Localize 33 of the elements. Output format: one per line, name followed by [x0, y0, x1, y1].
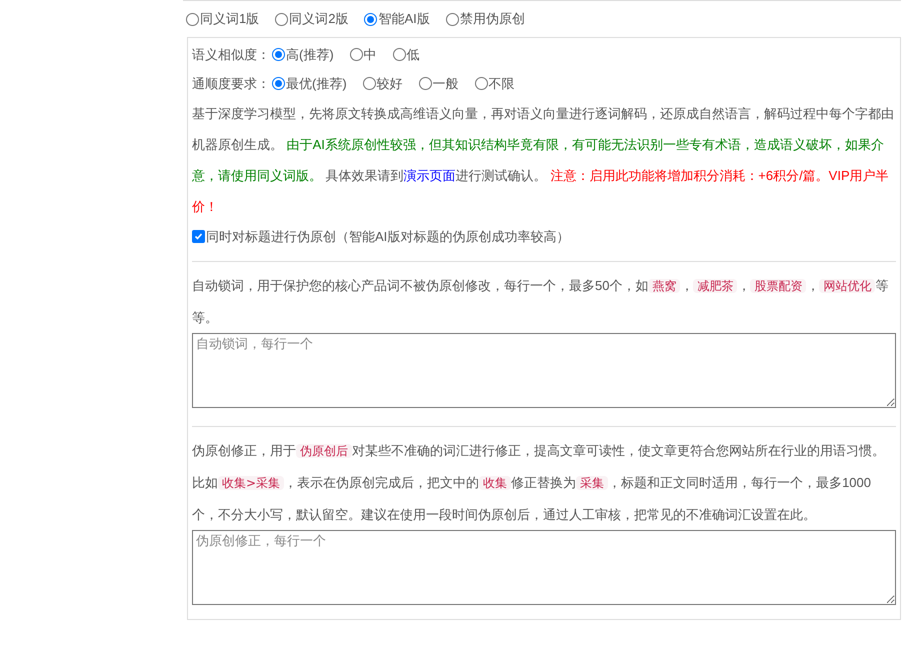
- radio-button[interactable]: [362, 77, 376, 90]
- radio-button[interactable]: [446, 12, 459, 26]
- choice-label: 中: [364, 46, 377, 64]
- choice-label: 较好: [376, 74, 403, 93]
- mode-option-label: 智能AI版: [378, 10, 430, 28]
- radio-button[interactable]: [474, 77, 488, 90]
- choice-label: 一般: [432, 74, 459, 93]
- ai-description: 基于深度学习模型，先将原文转换成高维语义向量，再对语义向量进行逐词解码，还原成自然语言，解码过程中每个字都由机器原创生成。 由于AI系统原创性较强，但其知识结构毕竟有限，有可能无法识别一些专有术语，造成语义破坏，如果介意，请使用同义词版。 具体效果请到演示页面进行测试确认。 注意：启用此功能将增加积分消耗：+6积分/篇。VIP用户半价！: [192, 105, 895, 216]
- option-label: 语义相似度：: [192, 46, 270, 64]
- mode-option-label: 禁用伪原创: [460, 10, 525, 28]
- mode-option-label: 同义词2版: [289, 10, 348, 28]
- radio-button[interactable]: [272, 77, 285, 90]
- demo-page-link[interactable]: 演示页面: [404, 168, 456, 183]
- choice-label: 高(推荐): [286, 46, 334, 64]
- option-label: 通顺度要求：: [192, 74, 270, 93]
- checkbox-label: 同时对标题进行伪原创（智能AI版对标题的伪原创成功率较高）: [206, 228, 570, 246]
- radio-button[interactable]: [275, 12, 288, 26]
- corrections-field[interactable]: 伪原创修正，每行一个: [192, 530, 896, 605]
- lock-words-field[interactable]: 自动锁词，每行一个: [192, 333, 896, 408]
- choice-label: 最优(推荐): [286, 74, 347, 93]
- choice-label: 不限: [488, 74, 515, 93]
- checkbox[interactable]: [192, 230, 205, 243]
- radio-button[interactable]: [364, 12, 378, 26]
- lock-words-description: 自动锁词，用于保护您的核心产品词不被伪原创修改，每行一个，最多50个，如 燕窝 ， 减肥茶 ， 股票配资 ， 网站优化 等等。: [192, 277, 890, 327]
- radio-button[interactable]: [350, 48, 363, 61]
- radio-button[interactable]: [186, 12, 199, 26]
- corrections-description: 伪原创修正，用于 伪原创后 对某些不准确的词汇进行修正，提高文章可读性，使文章更符合您网站所在行业的用语习惯。比如 收集>采集 ，表示在伪原创完成后，把文中的 收集 修正替换为 采集 ，标题和正文同时适用，每行一个，最多1000个，不分大小写，默认留空。建议在使用一段时间伪原创后，通过人工审核，把常见的不准确词汇设置在此。: [192, 442, 886, 524]
- radio-button[interactable]: [418, 77, 432, 90]
- choice-label: 低: [406, 46, 420, 64]
- radio-button[interactable]: [392, 48, 406, 61]
- check-icon: [194, 232, 203, 241]
- mode-option-label: 同义词1版: [200, 10, 260, 28]
- radio-button[interactable]: [272, 48, 285, 61]
